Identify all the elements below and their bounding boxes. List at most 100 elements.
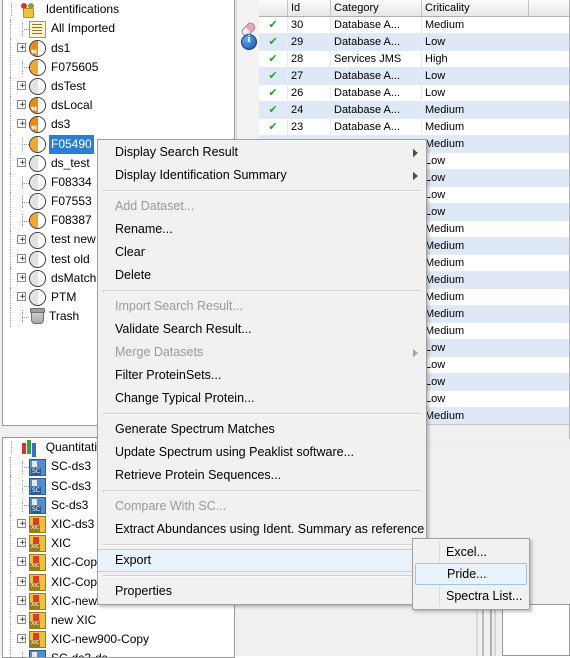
row-check-icon[interactable]: ✔ <box>259 51 288 67</box>
tree-item-label: All Imported <box>51 21 116 36</box>
expand-toggle-icon[interactable] <box>16 80 29 93</box>
table-row[interactable]: ✔ 27 Database A... Low <box>259 68 569 85</box>
tree-item[interactable]: MdsLocal <box>3 95 234 116</box>
tree-item[interactable]: XIC-new900-Copy <box>3 629 234 650</box>
menu-item[interactable]: Generate Spectrum Matches <box>98 418 426 441</box>
expand-toggle-icon[interactable] <box>16 272 29 285</box>
submenu-item-label: Excel... <box>446 545 487 559</box>
tree-item-label: test old <box>51 251 90 266</box>
row-check-icon[interactable]: ✔ <box>259 102 288 118</box>
submenu-item[interactable]: Excel... <box>413 541 529 563</box>
cell-category: Database A... <box>331 119 422 135</box>
tree-item[interactable]: SC-ds3-ds <box>3 648 234 657</box>
expand-toggle-icon[interactable] <box>16 595 29 608</box>
tree-item-label: F08387 <box>51 213 92 228</box>
column-header-check[interactable] <box>259 0 288 16</box>
menu-item[interactable]: Rename... <box>98 218 426 241</box>
trash-icon <box>30 308 45 325</box>
tree-item-label: ds_test <box>51 155 90 170</box>
menu-item[interactable]: Properties <box>98 580 426 603</box>
submenu-item[interactable]: Pride... <box>415 563 527 585</box>
column-header-criticality[interactable]: Criticality <box>422 0 529 16</box>
tree-item[interactable]: Mds1 <box>3 38 234 59</box>
expand-toggle-icon[interactable] <box>16 556 29 569</box>
menu-item[interactable]: Update Spectrum using Peaklist software.… <box>98 441 426 464</box>
sc-icon <box>29 650 46 657</box>
row-check-icon[interactable]: ✔ <box>259 34 288 50</box>
expand-toggle-icon[interactable] <box>16 633 29 646</box>
menu-item[interactable]: Extract Abundances using Ident. Summary … <box>98 518 426 541</box>
expand-toggle-icon[interactable] <box>16 576 29 589</box>
tree-item[interactable]: dsTest <box>3 76 234 97</box>
row-check-icon[interactable]: ✔ <box>259 119 288 135</box>
expand-toggle-icon[interactable] <box>16 118 29 131</box>
xic-icon <box>29 535 46 553</box>
menu-item-label: Add Dataset... <box>115 199 195 213</box>
row-check-icon[interactable]: ✔ <box>259 85 288 101</box>
context-menu[interactable]: Display Search Result Display Identificat… <box>97 139 427 605</box>
expand-toggle-icon[interactable] <box>16 537 29 550</box>
menu-item[interactable]: Display Search Result <box>98 141 426 164</box>
menu-separator <box>103 544 421 546</box>
xic-icon <box>29 592 46 610</box>
menu-item[interactable]: Retrieve Protein Sequences... <box>98 464 426 487</box>
tree-indent <box>5 114 16 135</box>
expand-toggle-icon[interactable] <box>16 99 29 112</box>
submenu-arrow-icon <box>413 149 418 157</box>
table-row[interactable]: ✔ 30 Database A... Medium <box>259 17 569 34</box>
expand-toggle-icon[interactable] <box>16 291 29 304</box>
cell-criticality: Low <box>425 172 446 184</box>
tree-item-label: XIC <box>51 536 72 551</box>
tree-root-label: Identifications <box>45 2 120 17</box>
menu-item: Compare With SC... <box>98 495 426 518</box>
expand-toggle-icon[interactable] <box>16 614 29 627</box>
cell-criticality: Low <box>425 376 446 388</box>
column-header-category[interactable]: Category <box>331 0 422 16</box>
tree-item[interactable]: new XIC <box>3 610 234 631</box>
menu-item-label: Properties <box>115 584 172 598</box>
tree-root-identifications[interactable]: Identifications <box>3 0 234 19</box>
menu-item[interactable]: Display Identification Summary <box>98 164 426 187</box>
menu-item[interactable]: Validate Search Result... <box>98 318 426 341</box>
tree-indent <box>5 249 16 270</box>
expand-toggle-icon[interactable] <box>16 157 29 170</box>
menu-item-label: Rename... <box>115 222 173 236</box>
half-circle-icon <box>29 135 46 153</box>
tree-indent <box>5 572 16 593</box>
table-row[interactable]: ✔ 24 Database A... Medium <box>259 102 569 119</box>
cell-id: 26 <box>288 85 331 101</box>
column-header-id[interactable]: Id <box>288 0 331 16</box>
tree-item[interactable]: F075605 <box>3 57 234 78</box>
table-row[interactable]: ✔ 28 Services JMS High <box>259 51 569 68</box>
tree-item[interactable]: Mds3 <box>3 114 234 135</box>
table-row[interactable]: ✔ 29 Database A... Low <box>259 34 569 51</box>
info-icon[interactable] <box>240 33 257 50</box>
submenu-item[interactable]: Spectra List... <box>413 585 529 607</box>
table-row[interactable]: ✔ 23 Database A... Medium <box>259 119 569 136</box>
row-check-icon[interactable]: ✔ <box>259 68 288 84</box>
cell-id: 27 <box>288 68 331 84</box>
menu-item[interactable]: Change Typical Protein... <box>98 387 426 410</box>
table-row[interactable]: ✔ 26 Database A... Low <box>259 85 569 102</box>
menu-item-label: Clear <box>115 245 145 259</box>
tree-guide <box>16 176 29 190</box>
menu-item[interactable]: Export <box>98 549 426 572</box>
tree-item-label: F08334 <box>51 174 92 189</box>
tree-item-label: SC-ds3-ds <box>49 649 110 657</box>
expand-toggle-icon[interactable] <box>16 42 29 55</box>
half-circle-grey-icon <box>29 78 46 96</box>
menu-separator <box>103 490 421 492</box>
menu-item[interactable]: Clear <box>98 241 426 264</box>
tree-item[interactable]: All Imported <box>3 19 234 40</box>
tree-indent <box>5 287 16 308</box>
cell-criticality: Low <box>425 393 446 405</box>
expand-toggle-icon[interactable] <box>16 234 29 247</box>
tree-guide <box>16 310 29 324</box>
menu-item[interactable]: Filter ProteinSets... <box>98 364 426 387</box>
export-submenu[interactable]: Excel... Pride... Spectra List... <box>412 538 530 610</box>
expand-toggle-icon[interactable] <box>16 253 29 266</box>
row-check-icon[interactable]: ✔ <box>259 17 288 33</box>
tree-item-label: dsMatch <box>51 270 97 285</box>
expand-toggle-icon[interactable] <box>16 518 29 531</box>
menu-item[interactable]: Delete <box>98 264 426 287</box>
